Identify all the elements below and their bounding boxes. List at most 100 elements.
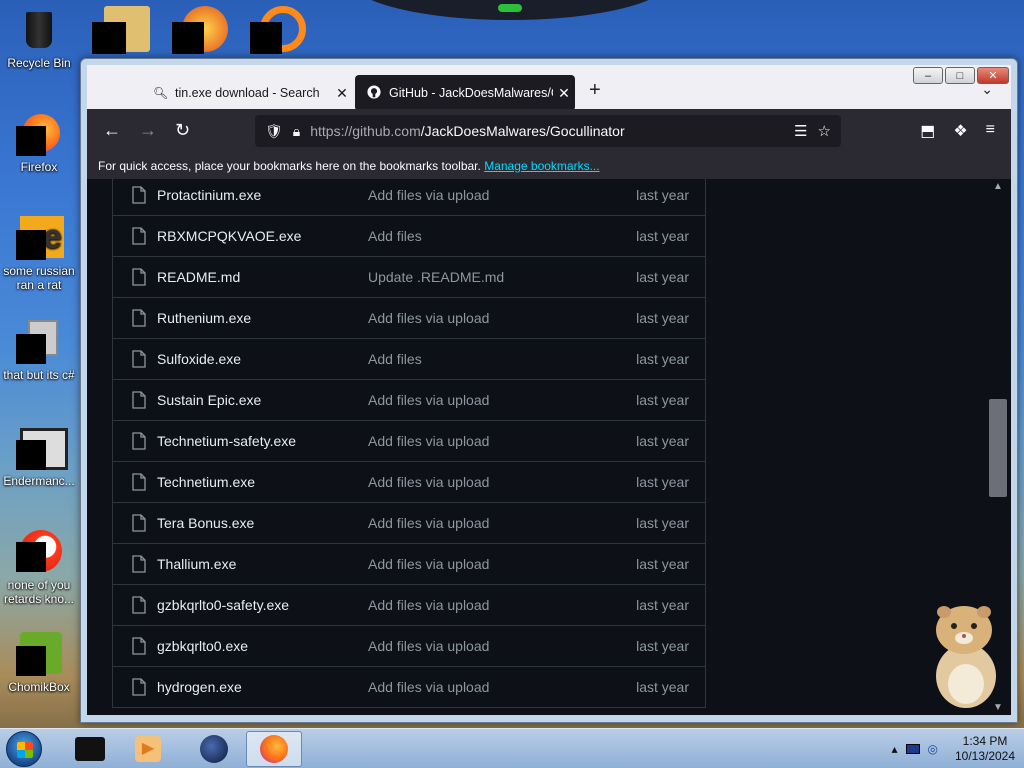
file-row[interactable]: Tera Bonus.exe Add files via upload last y… [113, 502, 705, 543]
file-name-link[interactable]: Ruthenium.exe [157, 310, 368, 326]
manage-bookmarks-link[interactable]: Manage bookmarks... [484, 159, 599, 173]
file-name-link[interactable]: gzbkqrlto0-safety.exe [157, 597, 368, 613]
commit-message-link[interactable]: Add files via upload [368, 556, 625, 572]
commit-message-link[interactable]: Add files via upload [368, 679, 625, 695]
commit-message-link[interactable]: Update .README.md [368, 269, 625, 285]
file-name-link[interactable]: Tera Bonus.exe [157, 515, 368, 531]
commit-message-link[interactable]: Add files [368, 228, 625, 244]
scroll-up-icon[interactable]: ▲ [993, 181, 1003, 192]
commit-age: last year [636, 474, 689, 490]
pocket-icon[interactable]: ⬒ [920, 121, 935, 141]
globe-app-icon [200, 735, 228, 763]
file-name-link[interactable]: hydrogen.exe [157, 679, 368, 695]
desktop-icon-folder[interactable] [88, 6, 166, 56]
file-name-link[interactable]: gzbkqrlto0.exe [157, 638, 368, 654]
shield-icon[interactable]: 🛡︎ [265, 123, 283, 140]
file-row[interactable]: Thallium.exe Add files via upload last yea… [113, 543, 705, 584]
scrollbar-thumb[interactable] [989, 399, 1007, 497]
file-name-link[interactable]: README.md [157, 269, 368, 285]
file-icon [131, 596, 149, 614]
back-arrow-icon[interactable]: ← [103, 121, 121, 139]
commit-age: last year [636, 351, 689, 367]
file-name-link[interactable]: RBXMCPQKVAOE.exe [157, 228, 368, 244]
commit-message-link[interactable]: Add files [368, 351, 625, 367]
commit-message-link[interactable]: Add files via upload [368, 638, 625, 654]
desktop-icon-label: some russian ran a rat [3, 264, 75, 292]
file-name-link[interactable]: Sustain Epic.exe [157, 392, 368, 408]
tab-search[interactable]: 🔍︎ tin.exe download - Search ✕ [141, 75, 353, 111]
file-row[interactable]: Technetium.exe Add files via upload last y… [113, 461, 705, 502]
commit-message-link[interactable]: Add files via upload [368, 310, 625, 326]
desktop-icon-firefox[interactable]: Firefox [0, 110, 78, 174]
taskbar-media-player[interactable]: ▶ [120, 731, 176, 767]
new-tab-button[interactable]: + [589, 79, 601, 102]
network-icon[interactable]: ◎ [928, 742, 938, 756]
commit-message-link[interactable]: Add files via upload [368, 433, 625, 449]
tab-label: GitHub - JackDoesMalwares/Gocullinator [389, 86, 553, 100]
desktop-icon-chomikbox[interactable]: ChomikBox [0, 630, 78, 694]
show-hidden-icons-icon[interactable]: ▴ [891, 742, 897, 756]
file-name-link[interactable]: Protactinium.exe [157, 187, 368, 203]
commit-message-link[interactable]: Add files via upload [368, 515, 625, 531]
lock-icon[interactable]: 🔒︎ [293, 123, 300, 140]
bookmark-star-icon[interactable]: ☆ [818, 122, 831, 140]
url-host: https://github.com [310, 123, 421, 139]
file-row[interactable]: RBXMCPQKVAOE.exe Add files last year [113, 215, 705, 256]
file-row[interactable]: Sulfoxide.exe Add files last year [113, 338, 705, 379]
github-icon [367, 84, 381, 102]
file-name-link[interactable]: Technetium.exe [157, 474, 368, 490]
desktop-icon-noneofyou[interactable]: none of you retards kno... [0, 528, 78, 606]
file-row[interactable]: gzbkqrlto0.exe Add files via upload last y… [113, 625, 705, 666]
close-tab-icon[interactable]: ✕ [553, 85, 575, 102]
extensions-icon[interactable]: ❖ [953, 121, 967, 141]
forward-arrow-icon[interactable]: → [139, 121, 157, 139]
address-bar[interactable]: 🛡︎ 🔒︎ https://github.com/JackDoesMalware… [255, 115, 841, 147]
file-name-link[interactable]: Sulfoxide.exe [157, 351, 368, 367]
commit-message-link[interactable]: Add files via upload [368, 187, 625, 203]
commit-age: last year [636, 556, 689, 572]
desktop-icon-app[interactable] [166, 6, 244, 56]
file-row[interactable]: README.md Update .README.md last year [113, 256, 705, 297]
commit-age: last year [636, 187, 689, 203]
close-tab-icon[interactable]: ✕ [331, 85, 353, 102]
commit-message-link[interactable]: Add files via upload [368, 392, 625, 408]
maximize-button[interactable]: □ [945, 67, 975, 84]
url-text[interactable]: https://github.com/JackDoesMalwares/Gocu… [310, 123, 794, 139]
file-row[interactable]: Protactinium.exe Add files via upload last… [113, 179, 705, 215]
close-window-button[interactable]: ✕ [977, 67, 1009, 84]
taskbar-black-app[interactable] [62, 731, 118, 767]
file-name-link[interactable]: Technetium-safety.exe [157, 433, 368, 449]
file-row[interactable]: Sustain Epic.exe Add files via upload last… [113, 379, 705, 420]
file-row[interactable]: gzbkqrlto0-safety.exe Add files via uploa… [113, 584, 705, 625]
menu-icon[interactable]: ≡ [986, 121, 995, 141]
desktop-icon-ender[interactable]: Endermanc... [0, 424, 78, 488]
censor-box [92, 22, 126, 54]
desktop-icon-app2[interactable] [244, 6, 322, 56]
censor-box [16, 542, 46, 572]
desktop-icon-label: Endermanc... [3, 474, 75, 488]
desktop-icon-csharp[interactable]: that but its c# [0, 318, 78, 382]
file-name-link[interactable]: Thallium.exe [157, 556, 368, 572]
tab-github[interactable]: GitHub - JackDoesMalwares/Gocullinator ✕ [355, 75, 575, 111]
file-row[interactable]: hydrogen.exe Add files via upload last yea… [113, 666, 705, 707]
minimize-button[interactable]: – [913, 67, 943, 84]
file-row[interactable]: Technetium-safety.exe Add files via uploa… [113, 420, 705, 461]
commit-age: last year [636, 597, 689, 613]
desktop-icon-rat[interactable]: some russian ran a rat [0, 214, 78, 292]
start-button[interactable] [6, 731, 42, 767]
toolbar-right: ⬒ ❖ ≡ [920, 121, 995, 141]
commit-message-link[interactable]: Add files via upload [368, 474, 625, 490]
monitor-icon[interactable] [905, 744, 920, 754]
taskbar-firefox[interactable] [246, 731, 302, 767]
taskbar-globe-app[interactable] [186, 731, 242, 767]
censor-box [16, 646, 46, 676]
file-row[interactable]: Ruthenium.exe Add files via upload last ye… [113, 297, 705, 338]
commit-message-link[interactable]: Add files via upload [368, 597, 625, 613]
reload-icon[interactable]: ↻ [175, 121, 190, 139]
desktop-icon-recycle-bin[interactable]: Recycle Bin [0, 6, 78, 70]
clock[interactable]: 1:34 PM 10/13/2024 [952, 734, 1018, 764]
media-player-icon: ▶ [135, 736, 161, 762]
hamster-desktop-pet[interactable] [926, 598, 1004, 710]
reader-view-icon[interactable]: ☰ [794, 122, 807, 140]
commit-age: last year [636, 228, 689, 244]
